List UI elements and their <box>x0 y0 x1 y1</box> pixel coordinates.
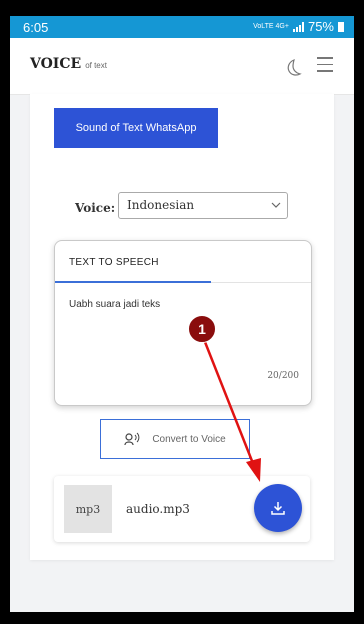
moon-icon[interactable] <box>283 58 303 78</box>
status-indicators: VoLTE 4G+ 75% <box>253 19 344 34</box>
logo-sub: of text <box>85 61 107 70</box>
audio-filename: audio.mp3 <box>126 502 190 516</box>
convert-button[interactable]: Convert to Voice <box>100 419 250 459</box>
whatsapp-button[interactable]: Sound of Text WhatsApp <box>54 108 218 148</box>
voice-selected-value: Indonesian <box>127 198 195 212</box>
speaker-voice-icon <box>124 432 140 446</box>
voice-select[interactable]: Indonesian <box>118 192 288 219</box>
voice-label: Voice: <box>75 201 116 215</box>
logo-main: VOICE <box>30 56 82 72</box>
download-icon <box>271 502 285 515</box>
chevron-down-icon <box>271 202 281 208</box>
status-bar: 6:05 VoLTE 4G+ 75% <box>10 16 354 38</box>
status-time: 6:05 <box>23 20 49 35</box>
audio-format-thumb: mp3 <box>64 485 112 533</box>
network-indicator: VoLTE 4G+ <box>253 23 289 30</box>
audio-item: mp3 audio.mp3 <box>54 476 310 542</box>
hamburger-menu-icon[interactable] <box>317 57 333 72</box>
step-badge: 1 <box>188 315 216 343</box>
battery-percent: 75% <box>307 19 334 34</box>
main-card: Sound of Text WhatsApp Voice: Indonesian… <box>30 94 334 560</box>
tab-text-to-speech[interactable]: TEXT TO SPEECH <box>69 257 159 268</box>
active-tab-indicator <box>55 281 211 283</box>
phone-screen: 6:05 VoLTE 4G+ 75% VOICE of text Sound o… <box>10 16 354 612</box>
app-header: VOICE of text <box>10 38 354 95</box>
site-logo[interactable]: VOICE of text <box>30 56 107 72</box>
download-button[interactable] <box>254 484 302 532</box>
signal-icon <box>292 21 304 32</box>
char-counter: 20/200 <box>267 371 299 381</box>
tts-panel: TEXT TO SPEECH Uabh suara jadi teks 20/2… <box>54 240 312 406</box>
battery-icon <box>338 21 344 32</box>
convert-label: Convert to Voice <box>152 433 226 445</box>
tts-textarea[interactable]: Uabh suara jadi teks <box>69 299 160 310</box>
